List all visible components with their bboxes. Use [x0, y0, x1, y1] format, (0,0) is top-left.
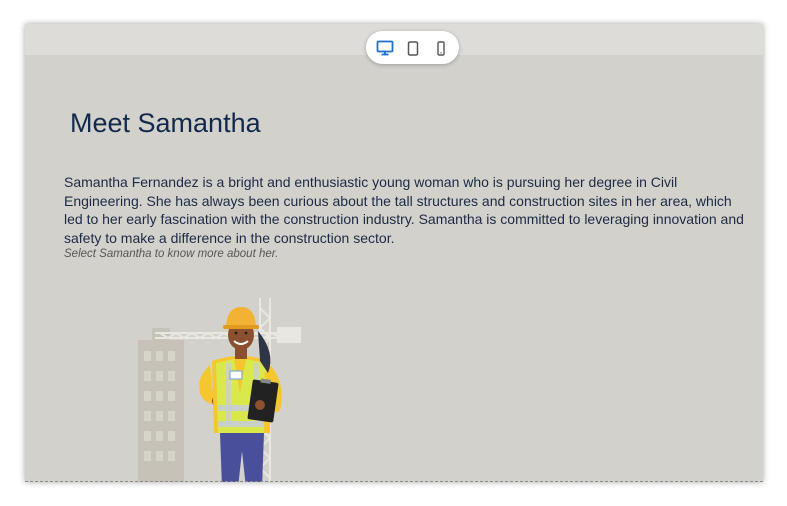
frame-bottom-edge — [25, 481, 763, 482]
building-illustration — [138, 328, 184, 482]
character-description: Samantha Fernandez is a bright and enthu… — [64, 174, 744, 246]
tablet-icon — [407, 40, 419, 56]
page-title: Meet Samantha — [70, 108, 261, 138]
phone-view-button[interactable] — [428, 35, 454, 61]
device-switcher — [366, 31, 459, 64]
desktop-view-button[interactable] — [372, 35, 398, 61]
slide-content: Meet Samantha Samantha Fernandez is a br… — [25, 55, 763, 482]
instruction-hint: Select Samantha to know more about her. — [64, 248, 279, 260]
tablet-view-button[interactable] — [400, 35, 426, 61]
monitor-icon — [376, 40, 394, 56]
phone-icon — [437, 40, 445, 56]
samantha-character[interactable] — [130, 283, 330, 482]
preview-frame: Meet Samantha Samantha Fernandez is a br… — [25, 24, 763, 482]
